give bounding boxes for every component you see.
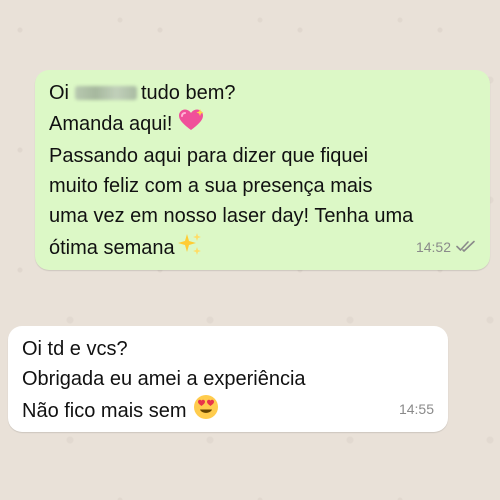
message-timestamp: 14:52 (415, 239, 451, 255)
heart-eyes-face-icon (193, 394, 219, 429)
double-check-icon (456, 232, 476, 262)
message-line: Obrigada eu amei a experiência (22, 368, 306, 390)
incoming-message-bubble[interactable]: Oi td e vcs? Obrigada eu amei a experiên… (8, 326, 448, 432)
greeting-question: tudo bem? (141, 82, 236, 104)
closing-text: ótima semana (49, 236, 175, 259)
incoming-message-meta: 14:55 (399, 394, 434, 424)
message-line: Não fico mais sem (22, 394, 432, 429)
message-line: ótima semana (49, 231, 474, 266)
message-line: Amanda aqui! (49, 108, 474, 141)
message-line: uma vez em nosso laser day! Tenha uma (49, 205, 414, 227)
outgoing-message-meta: 14:52 (416, 232, 476, 262)
message-line: muito feliz com a sua presença mais (49, 175, 373, 197)
message-line: Oi tudo bem? (49, 78, 474, 108)
intro-text: Amanda aqui! (49, 112, 173, 135)
blurred-name-redaction (75, 86, 137, 100)
sparkles-icon (177, 231, 203, 266)
message-timestamp: 14:55 (398, 401, 434, 417)
incoming-message-text: Oi td e vcs? Obrigada eu amei a experiên… (22, 334, 432, 429)
outgoing-message-text: Oi tudo bem? Amanda aqui! Passando aqui p… (49, 78, 474, 266)
message-line: Oi td e vcs? (22, 338, 128, 360)
reply-text: Não fico mais sem (22, 399, 187, 422)
sparkling-heart-icon (178, 108, 204, 141)
message-line: Passando aqui para dizer que fiquei (49, 145, 369, 167)
outgoing-message-bubble[interactable]: Oi tudo bem? Amanda aqui! Passando aqui p… (35, 70, 490, 270)
greeting-text: Oi (49, 82, 69, 104)
